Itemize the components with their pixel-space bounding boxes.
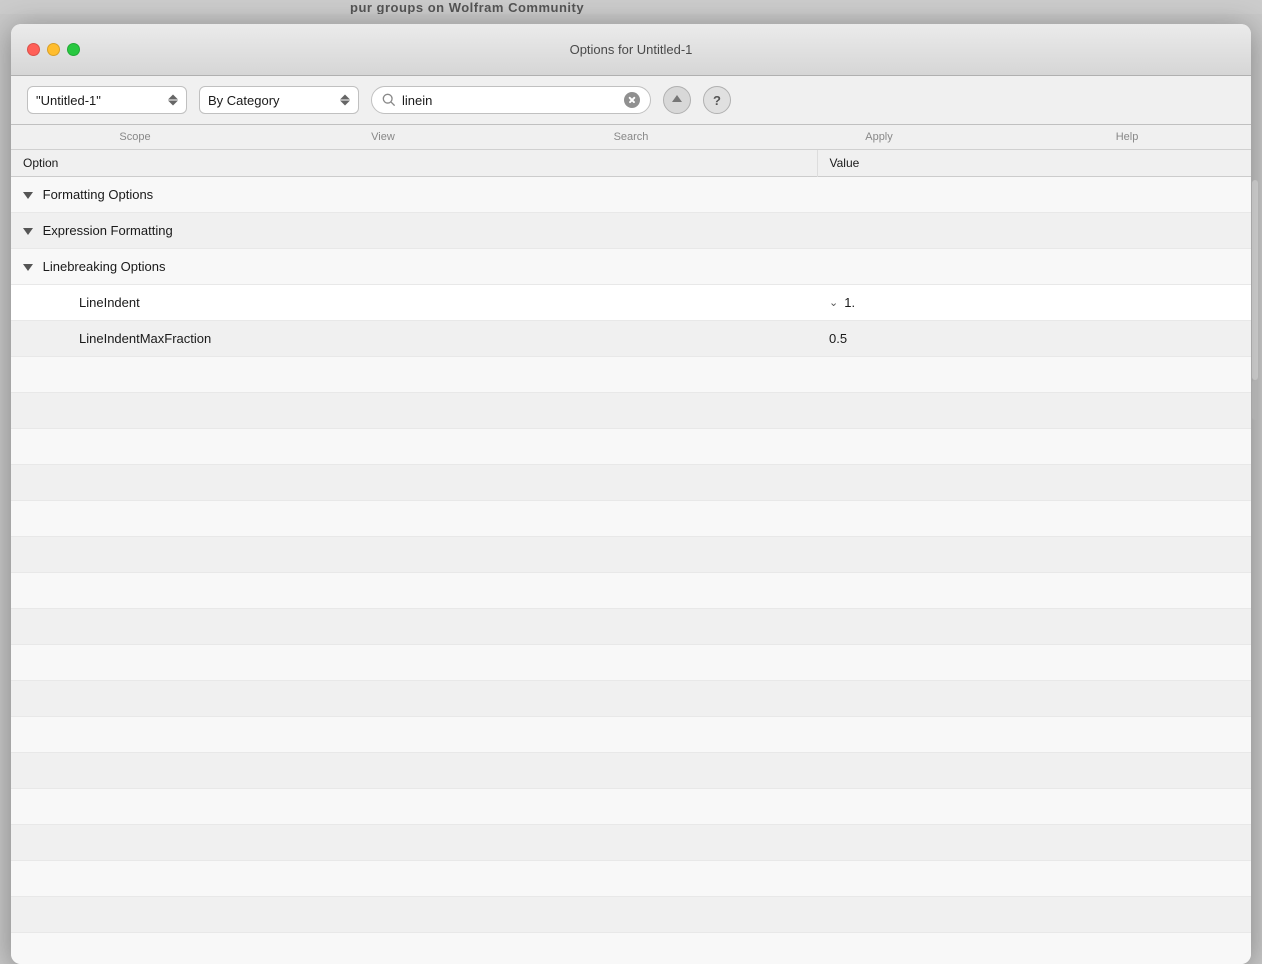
option-column-header: Option — [11, 150, 817, 177]
value-text: 0.5 — [829, 331, 847, 346]
collapse-triangle-icon[interactable] — [23, 228, 33, 235]
toolbar-labels: Scope View Search Apply Help — [11, 125, 1251, 150]
navigate-up-button[interactable] — [663, 86, 691, 114]
chevron-down-icon — [168, 100, 178, 106]
scrollbar-thumb[interactable] — [1252, 380, 1258, 420]
table-row — [11, 501, 1251, 537]
traffic-lights — [27, 43, 80, 56]
value-cell-lineindent[interactable]: ⌄ 1. — [817, 285, 1251, 321]
apply-label: Apply — [755, 129, 1003, 145]
scope-dropdown[interactable]: "Untitled-1" — [27, 86, 187, 114]
sub-header-cell: Expression Formatting — [11, 213, 817, 249]
table-row — [11, 429, 1251, 465]
table-row — [11, 825, 1251, 861]
value-text: 1. — [844, 295, 855, 310]
close-button[interactable] — [27, 43, 40, 56]
section-header-label: Formatting Options — [43, 187, 154, 202]
value-column-header: Value — [817, 150, 1251, 177]
table-row — [11, 537, 1251, 573]
sub-sub-header-cell: Linebreaking Options — [11, 249, 817, 285]
table-row: LineIndentMaxFraction 0.5 — [11, 321, 1251, 357]
background-text: pur groups on Wolfram Community — [350, 0, 584, 14]
view-label: View — [259, 129, 507, 145]
view-stepper[interactable] — [340, 94, 350, 106]
collapse-triangle-icon[interactable] — [23, 192, 33, 199]
option-cell: LineIndent — [11, 285, 817, 321]
scope-stepper[interactable] — [168, 94, 178, 106]
up-arrow-icon — [670, 93, 684, 107]
search-icon — [382, 93, 396, 107]
table-row — [11, 897, 1251, 933]
table-row — [11, 861, 1251, 897]
table-row — [11, 573, 1251, 609]
view-value: By Category — [208, 93, 280, 108]
title-bar: Options for Untitled-1 — [11, 24, 1251, 76]
value-with-dropdown[interactable]: ⌄ 1. — [829, 295, 1239, 310]
toolbar: "Untitled-1" By Category — [11, 76, 1251, 125]
table-row — [11, 357, 1251, 393]
search-label: Search — [507, 129, 755, 145]
chevron-down-icon — [340, 100, 350, 106]
table-row — [11, 393, 1251, 429]
right-scrollbar[interactable] — [1252, 180, 1258, 380]
option-label: LineIndentMaxFraction — [79, 331, 211, 346]
option-cell: LineIndentMaxFraction — [11, 321, 817, 357]
options-table: Option Value Formatting Options — [11, 150, 1251, 964]
content-area: Option Value Formatting Options — [11, 150, 1251, 964]
table-row — [11, 753, 1251, 789]
value-cell-lineindentmaxfraction: 0.5 — [817, 321, 1251, 357]
option-label: LineIndent — [79, 295, 140, 310]
table-row — [11, 717, 1251, 753]
minimize-button[interactable] — [47, 43, 60, 56]
table-row — [11, 681, 1251, 717]
search-box[interactable] — [371, 86, 651, 114]
table-row: Expression Formatting — [11, 213, 1251, 249]
scope-label: Scope — [11, 129, 259, 145]
scope-value: "Untitled-1" — [36, 93, 101, 108]
table-row: Formatting Options — [11, 177, 1251, 213]
table-row — [11, 465, 1251, 501]
table-row — [11, 933, 1251, 964]
section-header-cell: Formatting Options — [11, 177, 817, 213]
view-dropdown[interactable]: By Category — [199, 86, 359, 114]
value-dropdown-arrow-icon[interactable]: ⌄ — [829, 296, 838, 309]
table-row — [11, 789, 1251, 825]
table-row: LineIndent ⌄ 1. — [11, 285, 1251, 321]
help-button[interactable]: ? — [703, 86, 731, 114]
collapse-triangle-icon[interactable] — [23, 264, 33, 271]
sub-sub-header-label: Linebreaking Options — [43, 259, 166, 274]
table-row — [11, 609, 1251, 645]
table-row: Linebreaking Options — [11, 249, 1251, 285]
search-input[interactable] — [402, 93, 618, 108]
sub-header-label: Expression Formatting — [43, 223, 173, 238]
window-title: Options for Untitled-1 — [570, 42, 693, 57]
help-label: Help — [1003, 129, 1251, 145]
table-header-row: Option Value — [11, 150, 1251, 177]
table-row — [11, 645, 1251, 681]
help-icon: ? — [713, 93, 721, 108]
search-clear-button[interactable] — [624, 92, 640, 108]
maximize-button[interactable] — [67, 43, 80, 56]
